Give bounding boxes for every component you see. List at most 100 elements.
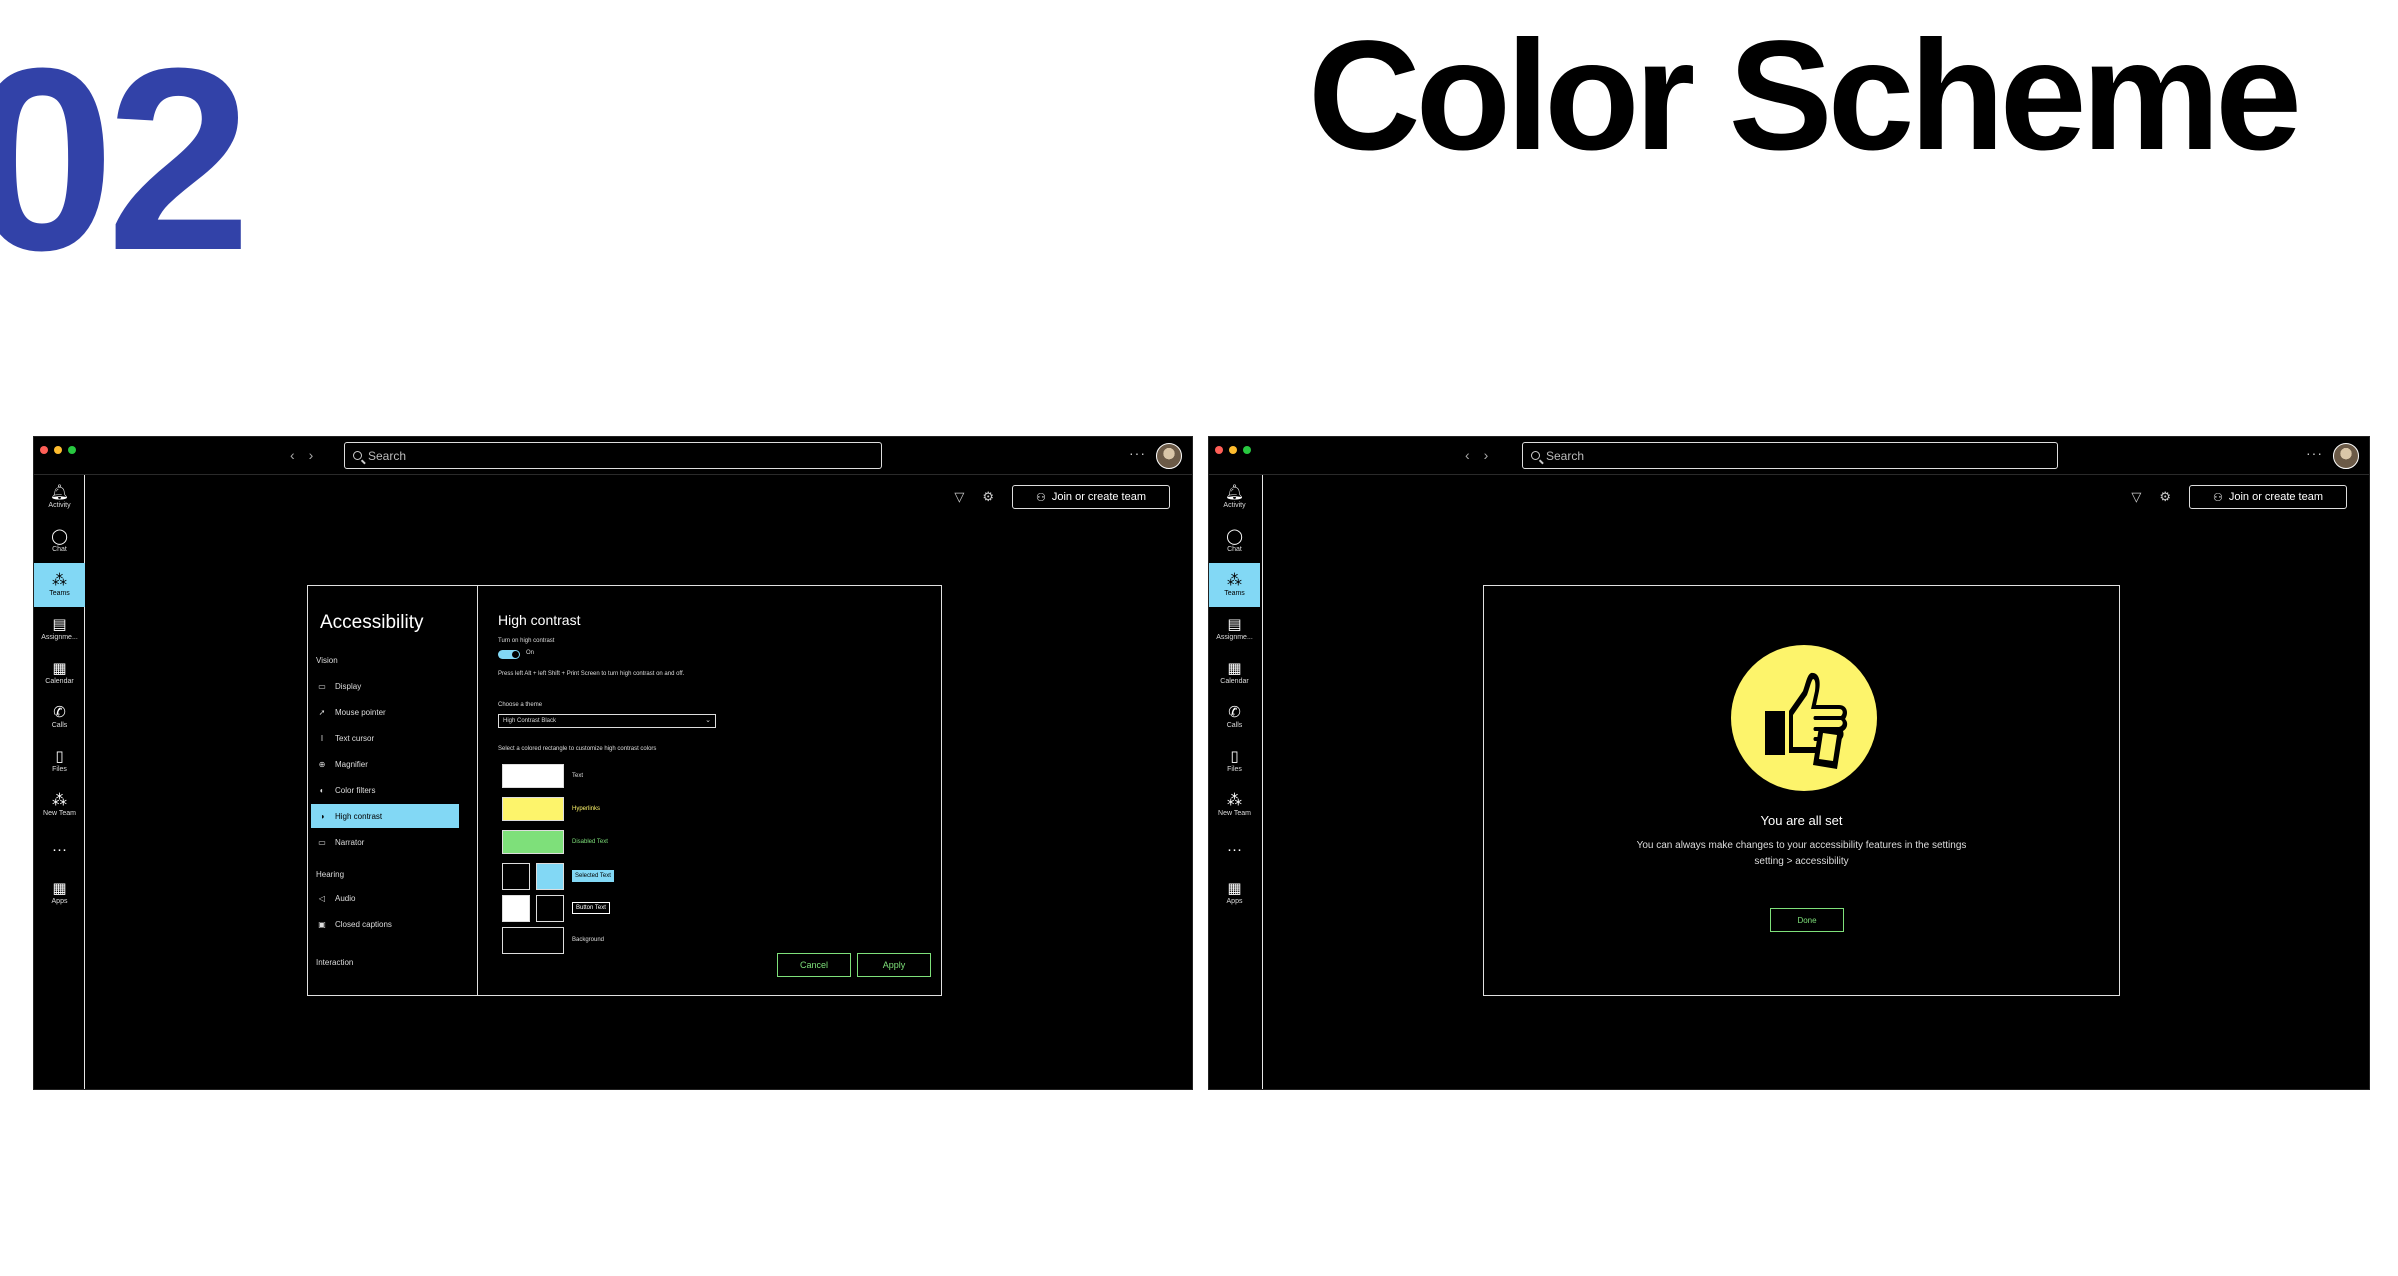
forward-arrow-icon[interactable]: › xyxy=(309,447,314,463)
new-team-icon: ⁂ xyxy=(52,792,67,809)
nav-item-narrator[interactable]: ▭ Narrator xyxy=(311,830,459,854)
captions-icon: ▣ xyxy=(318,919,326,929)
rail-item-apps[interactable]: ▦ Apps xyxy=(34,871,85,915)
search-icon xyxy=(1531,451,1540,460)
search-input[interactable]: Search xyxy=(344,442,882,469)
close-window-button[interactable] xyxy=(1215,446,1223,454)
rail-item-activity[interactable]: 🔔︎ Activity xyxy=(34,475,85,519)
gear-icon[interactable]: ⚙ xyxy=(982,489,994,505)
maximize-window-button[interactable] xyxy=(1243,446,1251,454)
rail-item-assignments[interactable]: ▤ Assignme... xyxy=(1209,607,1260,651)
app-rail: 🔔︎ Activity ◯ Chat ⁂ Teams ▤ Assignme... ▦ Ca… xyxy=(34,475,85,1089)
rail-item-apps[interactable]: ▦ Apps xyxy=(1209,871,1260,915)
join-create-team-button[interactable]: ⚇ Join or create team xyxy=(2189,485,2347,509)
swatch-hyperlinks[interactable] xyxy=(502,797,564,821)
more-options-icon[interactable]: ··· xyxy=(2306,445,2323,461)
rail-item-new-team[interactable]: ⁂ New Team xyxy=(34,783,85,827)
rail-item-calls[interactable]: ✆ Calls xyxy=(34,695,85,739)
rail-item-files[interactable]: ▯ Files xyxy=(34,739,85,783)
calendar-icon: ▦ xyxy=(1227,660,1242,677)
swatch-text[interactable] xyxy=(502,764,564,788)
thumbs-up-badge xyxy=(1731,645,1877,791)
window-controls xyxy=(1215,446,1251,454)
high-contrast-toggle[interactable] xyxy=(498,650,520,659)
title-bar: ‹ › Search ··· xyxy=(1209,437,2369,475)
search-input[interactable]: Search xyxy=(1522,442,2058,469)
rail-item-teams[interactable]: ⁂ Teams xyxy=(1209,563,1260,607)
rail-item-calendar[interactable]: ▦ Calendar xyxy=(1209,651,1260,695)
theme-caption: Choose a theme xyxy=(498,702,543,708)
filter-icon[interactable]: ▽ xyxy=(2131,489,2141,505)
rail-item-calendar[interactable]: ▦ Calendar xyxy=(34,651,85,695)
nav-item-text-cursor[interactable]: I Text cursor xyxy=(311,726,459,750)
shortcut-text: Press left Alt + left Shift + Print Scre… xyxy=(498,671,685,677)
swatch-label-disabled: Disabled Text xyxy=(572,839,608,845)
phone-icon: ✆ xyxy=(1228,704,1241,721)
join-create-team-button[interactable]: ⚇ Join or create team xyxy=(1012,485,1170,509)
done-button[interactable]: Done xyxy=(1770,908,1844,932)
file-icon: ▯ xyxy=(1230,748,1239,765)
window-controls xyxy=(40,446,76,454)
rail-item-assignments[interactable]: ▤ Assignme... xyxy=(34,607,85,651)
display-icon: ▭ xyxy=(318,681,326,691)
nav-item-magnifier[interactable]: ⊕ Magnifier xyxy=(311,752,459,776)
swatch-label-text: Text xyxy=(572,773,584,779)
nav-item-color-filters[interactable]: ◐ Color filters xyxy=(311,778,459,802)
pointer-icon: ➚ xyxy=(318,707,326,717)
all-set-dialog: You are all set You can always make chan… xyxy=(1483,585,2120,996)
gear-icon[interactable]: ⚙ xyxy=(2159,489,2171,505)
rail-item-chat[interactable]: ◯ Chat xyxy=(34,519,85,563)
back-arrow-icon[interactable]: ‹ xyxy=(1465,447,1470,463)
toggle-caption: Turn on high contrast xyxy=(498,638,555,644)
nav-item-mouse-pointer[interactable]: ➚ Mouse pointer xyxy=(311,700,459,724)
rail-item-new-team[interactable]: ⁂ New Team xyxy=(1209,783,1260,827)
dialog-title: Accessibility xyxy=(320,612,424,633)
avatar[interactable] xyxy=(2333,443,2359,469)
new-team-icon: ⁂ xyxy=(1227,792,1242,809)
swatch-background[interactable] xyxy=(502,927,564,954)
accessibility-dialog: Accessibility Vision ▭ Display ➚ Mouse poi… xyxy=(307,585,942,996)
apply-button[interactable]: Apply xyxy=(857,953,931,977)
cancel-button[interactable]: Cancel xyxy=(777,953,851,977)
rail-item-more[interactable]: ··· xyxy=(34,827,85,871)
swatch-button-bg[interactable] xyxy=(536,895,564,922)
close-window-button[interactable] xyxy=(40,446,48,454)
minimize-window-button[interactable] xyxy=(54,446,62,454)
nav-item-high-contrast[interactable]: ◑ High contrast xyxy=(311,804,459,828)
magnifier-icon: ⊕ xyxy=(318,759,326,769)
more-options-icon[interactable]: ··· xyxy=(1129,445,1146,461)
all-set-message: You can always make changes to your acce… xyxy=(1484,838,2119,870)
nav-item-audio[interactable]: ◁ Audio xyxy=(311,886,459,910)
rail-item-teams[interactable]: ⁂ Teams xyxy=(34,563,85,607)
all-set-title: You are all set xyxy=(1760,813,1843,828)
panel-title: High contrast xyxy=(498,612,581,628)
accessibility-screenshot: ‹ › Search ··· 🔔︎ Activity ◯ Chat ⁂ Teams ▤… xyxy=(33,436,1193,1090)
nav-item-display[interactable]: ▭ Display xyxy=(311,674,459,698)
theme-select[interactable]: High Contrast Black ⌄ xyxy=(498,714,716,728)
avatar[interactable] xyxy=(1156,443,1182,469)
rail-item-more[interactable]: ··· xyxy=(1209,827,1260,871)
nav-item-closed-captions[interactable]: ▣ Closed captions xyxy=(311,912,459,936)
minimize-window-button[interactable] xyxy=(1229,446,1237,454)
swatch-disabled-text[interactable] xyxy=(502,830,564,854)
rail-item-chat[interactable]: ◯ Chat xyxy=(1209,519,1260,563)
rail-item-activity[interactable]: 🔔︎ Activity xyxy=(1209,475,1260,519)
rect-caption: Select a colored rectangle to customize … xyxy=(498,746,657,752)
maximize-window-button[interactable] xyxy=(68,446,76,454)
forward-arrow-icon[interactable]: › xyxy=(1484,447,1489,463)
filter-icon[interactable]: ▽ xyxy=(954,489,964,505)
swatch-button-text[interactable] xyxy=(502,895,530,922)
assignments-icon: ▤ xyxy=(52,616,67,633)
toggle-state: On xyxy=(526,650,535,656)
swatch-selected-bg[interactable] xyxy=(502,863,530,890)
swatch-selected-text[interactable] xyxy=(536,863,564,890)
section-vision: Vision xyxy=(316,656,338,665)
swatch-label-hyperlinks: Hyperlinks xyxy=(572,806,601,812)
rail-item-files[interactable]: ▯ Files xyxy=(1209,739,1260,783)
assignments-icon: ▤ xyxy=(1227,616,1242,633)
app-rail: 🔔︎ Activity ◯ Chat ⁂ Teams ▤ Assignme... ▦ Ca… xyxy=(1209,475,1263,1089)
back-arrow-icon[interactable]: ‹ xyxy=(290,447,295,463)
team-toolbar: ▽ ⚙ ⚇ Join or create team xyxy=(2131,485,2347,509)
color-filter-icon: ◐ xyxy=(319,785,325,795)
rail-item-calls[interactable]: ✆ Calls xyxy=(1209,695,1260,739)
